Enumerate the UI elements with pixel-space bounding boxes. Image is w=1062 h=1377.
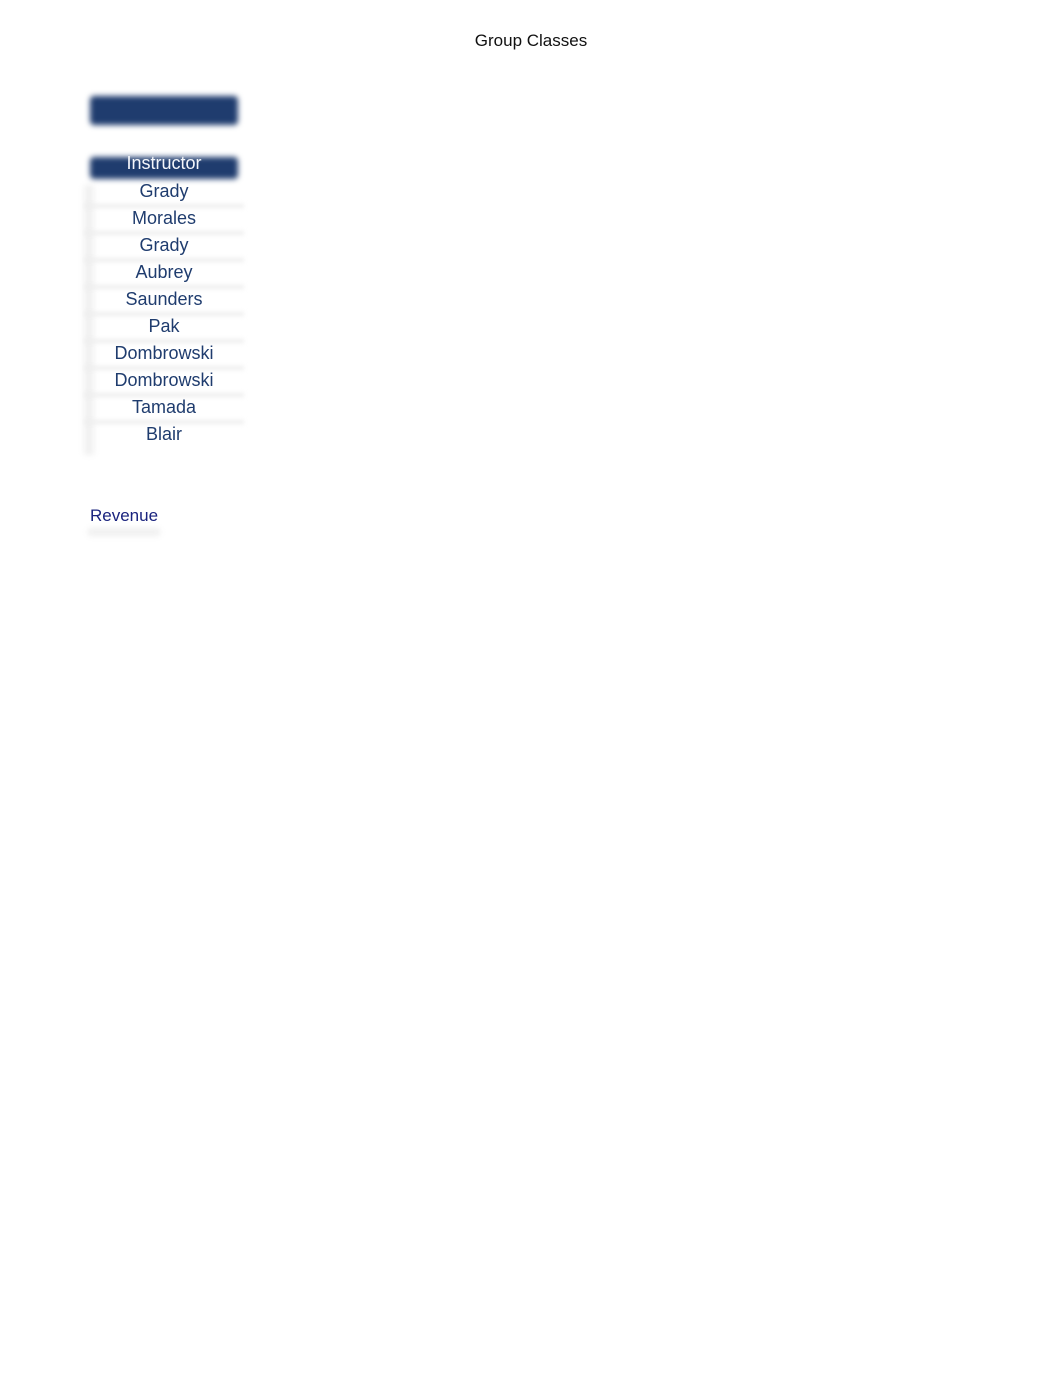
instructor-list: Grady Morales Grady Aubrey Saunders Pak … bbox=[88, 179, 240, 449]
list-item: Saunders bbox=[125, 289, 203, 309]
list-item: Dombrowski bbox=[114, 343, 214, 363]
list-item: Aubrey bbox=[135, 262, 193, 282]
list-item: Pak bbox=[148, 316, 180, 336]
list-item: Grady bbox=[139, 181, 189, 201]
revenue-shadow bbox=[88, 528, 160, 536]
column-header-instructor: Instructor bbox=[126, 153, 202, 173]
page-title: Group Classes bbox=[474, 31, 588, 50]
list-item: Tamada bbox=[131, 397, 197, 417]
list-item: Blair bbox=[145, 424, 182, 444]
list-item: Morales bbox=[131, 208, 197, 228]
blurred-title-bar bbox=[90, 96, 238, 125]
list-item: Grady bbox=[139, 235, 189, 255]
revenue-label: Revenue bbox=[90, 506, 159, 525]
list-item: Dombrowski bbox=[114, 370, 214, 390]
